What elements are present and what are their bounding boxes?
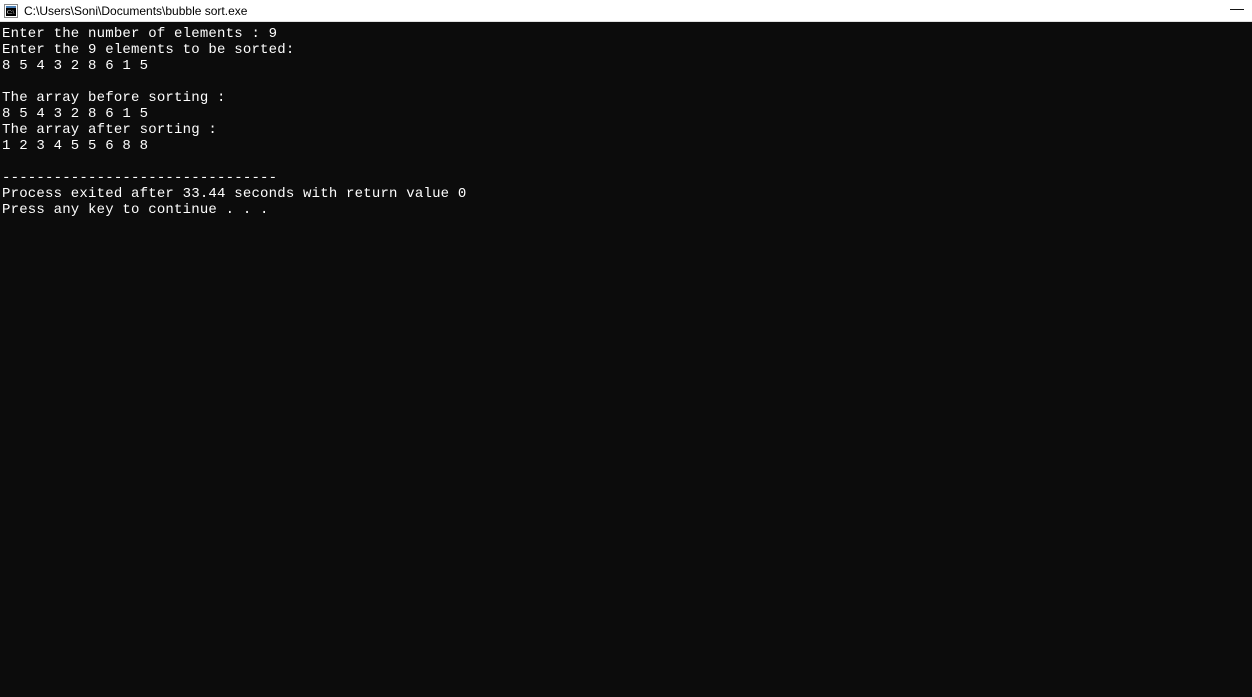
svg-text:C:\: C:\ bbox=[7, 10, 15, 16]
minimize-button[interactable]: — bbox=[1230, 1, 1244, 21]
window-title: C:\Users\Soni\Documents\bubble sort.exe bbox=[24, 4, 1230, 18]
console-app-icon: C:\ bbox=[4, 4, 18, 18]
title-bar: C:\ C:\Users\Soni\Documents\bubble sort.… bbox=[0, 0, 1252, 22]
window-controls: — bbox=[1230, 1, 1248, 21]
console-area[interactable]: Enter the number of elements : 9 Enter t… bbox=[0, 22, 1252, 697]
console-output: Enter the number of elements : 9 Enter t… bbox=[2, 26, 1250, 218]
